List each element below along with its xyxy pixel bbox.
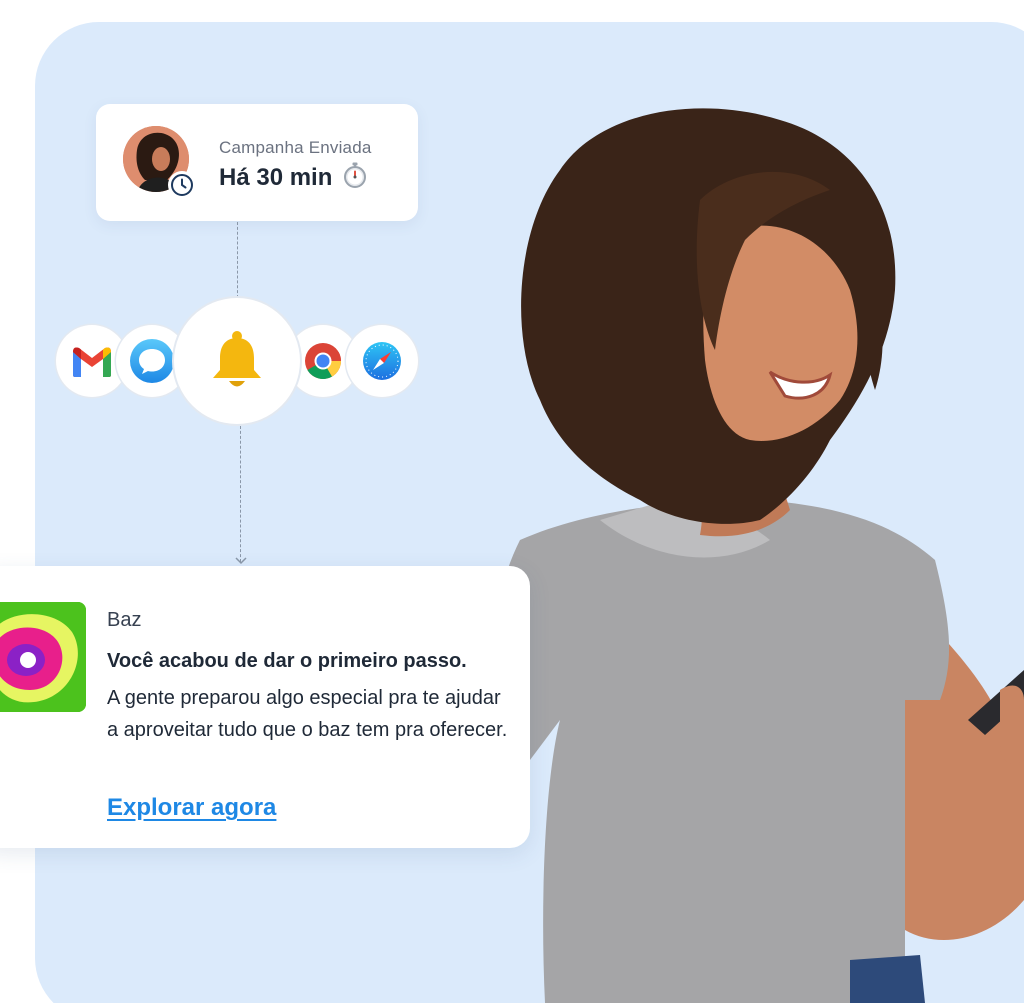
- clock-icon: [168, 171, 196, 199]
- safari-icon: [363, 342, 401, 380]
- channel-push: [174, 298, 300, 424]
- notification-title: Você acabou de dar o primeiro passo.: [107, 650, 467, 672]
- campaign-status: Campanha Enviada: [219, 138, 372, 157]
- stopwatch-icon: [343, 162, 367, 195]
- campaign-time: Há 30 min: [219, 164, 333, 191]
- chat-bubble-icon: [130, 339, 174, 383]
- connector-top: [237, 222, 238, 298]
- baz-logo: [0, 602, 86, 712]
- bell-icon: [213, 331, 261, 387]
- campaign-card: Campanha Enviada Há 30 min: [96, 104, 418, 221]
- campaign-time-row: Há 30 min: [219, 162, 367, 195]
- notification-body: A gente preparou algo especial pra te aj…: [107, 687, 508, 741]
- notification-app-name: Baz: [107, 609, 142, 631]
- arrow-down-icon: [235, 557, 247, 565]
- explore-now-link[interactable]: Explorar agora: [107, 794, 276, 822]
- gmail-icon: [73, 347, 111, 377]
- connector-bottom: [240, 426, 241, 562]
- channel-safari: [346, 325, 418, 397]
- chrome-icon: [305, 343, 341, 380]
